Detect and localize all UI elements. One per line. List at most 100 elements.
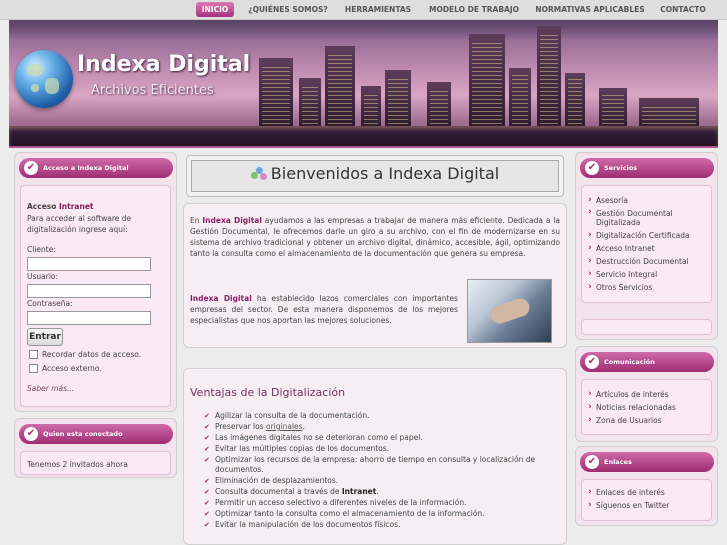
- advantage-item: Permitir un acceso selectivo a diferente…: [204, 498, 466, 508]
- skyline-building: [325, 46, 355, 128]
- banner-water: [9, 126, 718, 146]
- login-submit-button[interactable]: Entrar: [27, 328, 63, 346]
- login-heading-prefix: Acceso: [27, 202, 60, 211]
- advantage-item: Agilizar la consulta de la documentación…: [204, 411, 370, 421]
- communication-list: Artículos de interés Noticias relacionad…: [581, 379, 712, 435]
- online-panel: ✔ Quien esta conectado Tenemos 2 invitad…: [14, 418, 177, 478]
- client-label: Cliente:: [27, 245, 56, 254]
- nav-herramientas[interactable]: HERRAMIENTAS: [344, 2, 412, 17]
- skyline-building: [509, 68, 531, 128]
- service-link-digitalizacion[interactable]: Digitalización Certificada: [588, 230, 690, 240]
- password-label: Contraseña:: [27, 299, 73, 308]
- handshake-image: [467, 279, 552, 343]
- comm-link-articulos[interactable]: Artículos de interés: [588, 389, 669, 399]
- login-intro: Para acceder al software de digitalizaci…: [27, 214, 132, 234]
- brand-highlight: Indexa Digital: [202, 216, 262, 225]
- service-link-integral[interactable]: Servicio Integral: [588, 269, 657, 279]
- user-label: Usuario:: [27, 272, 59, 281]
- intro-paragraph: En Indexa Digital ayudamos a las empresa…: [190, 216, 560, 258]
- skyline-building: [361, 86, 381, 128]
- saber-mas-link[interactable]: Saber más...: [27, 384, 74, 393]
- communication-panel: ✔ Comunicación Artículos de interés Noti…: [575, 346, 718, 442]
- external-access-label: Acceso externo.: [42, 364, 102, 373]
- online-panel-header: ✔ Quien esta conectado: [19, 424, 173, 444]
- originales-link[interactable]: originales: [266, 422, 303, 431]
- advantage-item: Evitar la manipulación de los documentos…: [204, 520, 400, 530]
- services-empty-box: [581, 319, 712, 335]
- users-icon: [250, 167, 267, 181]
- welcome-box: Bienvenidos a Indexa Digital: [186, 155, 564, 197]
- external-access-checkbox[interactable]: [29, 364, 38, 373]
- service-link-otros[interactable]: Otros Servicios: [588, 282, 652, 292]
- skyline-building: [385, 70, 411, 128]
- globe-logo-icon: [15, 50, 73, 108]
- check-icon: ✔: [24, 161, 38, 175]
- check-icon: ✔: [585, 161, 599, 175]
- skyline-building: [259, 58, 293, 128]
- top-navigation: INICIO ¿QUIÉNES SOMOS? HERRAMIENTAS MODE…: [0, 0, 727, 20]
- check-icon: ✔: [585, 355, 599, 369]
- login-form: Acceso Intranet Para acceder al software…: [20, 185, 171, 407]
- online-text: Tenemos 2 invitados ahora: [27, 460, 128, 469]
- login-panel: ✔ Acceso a Indexa Digital Acceso Intrane…: [14, 152, 177, 412]
- alliances-paragraph: Indexa Digital ha establecido lazos come…: [190, 294, 458, 325]
- online-box: Tenemos 2 invitados ahora: [20, 451, 171, 475]
- services-panel-title: Servicios: [604, 164, 638, 172]
- skyline-building: [299, 78, 321, 128]
- services-panel: ✔ Servicios Asesoría Gestión Documental …: [575, 152, 718, 340]
- services-list: Asesoría Gestión Documental Digitalizada…: [581, 185, 712, 303]
- nav-inicio[interactable]: INICIO: [196, 2, 234, 17]
- password-input[interactable]: [27, 311, 151, 325]
- brand-highlight: Indexa Digital: [190, 294, 252, 303]
- check-icon: ✔: [24, 427, 38, 441]
- skyline-building: [427, 82, 451, 128]
- links-list: Enlaces de interés Síguenos en Twitter: [581, 479, 712, 521]
- welcome-heading: Bienvenidos a Indexa Digital: [187, 164, 563, 183]
- client-input[interactable]: [27, 257, 151, 271]
- brand-title: Indexa Digital: [77, 52, 251, 77]
- link-enlaces-interes[interactable]: Enlaces de interés: [588, 487, 665, 497]
- service-link-destruccion[interactable]: Destrucción Documental: [588, 256, 689, 266]
- comm-link-noticias[interactable]: Noticias relacionadas: [588, 402, 676, 412]
- services-panel-header: ✔ Servicios: [580, 158, 714, 178]
- nav-contacto[interactable]: CONTACTO: [658, 2, 708, 17]
- links-panel-title: Enlaces: [604, 458, 632, 466]
- check-icon: ✔: [585, 455, 599, 469]
- communication-panel-title: Comunicación: [604, 358, 655, 366]
- nav-quienes-somos[interactable]: ¿QUIÉNES SOMOS?: [246, 2, 330, 17]
- advantage-item: Optimizar tanto la consulta como el alma…: [204, 509, 485, 519]
- login-panel-title: Acceso a Indexa Digital: [43, 164, 129, 172]
- advantage-item: Las imágenes digitales no se deterioran …: [204, 433, 423, 443]
- advantage-item: Preservar los originales.: [204, 422, 305, 432]
- nav-modelo-de-trabajo[interactable]: MODELO DE TRABAJO: [428, 2, 520, 17]
- advantage-item: Eliminación de desplazamientos.: [204, 476, 338, 486]
- skyline-building: [565, 73, 585, 128]
- nav-normativas-aplicables[interactable]: NORMATIVAS APLICABLES: [534, 2, 646, 17]
- login-heading-strong: Intranet: [59, 202, 94, 211]
- communication-panel-header: ✔ Comunicación: [580, 352, 714, 372]
- brand-subtitle: Archivos Eficientes: [91, 83, 214, 98]
- welcome-title-text: Bienvenidos a Indexa Digital: [270, 164, 500, 183]
- remember-checkbox[interactable]: [29, 350, 38, 359]
- links-panel-header: ✔ Enlaces: [580, 452, 714, 472]
- remember-label: Recordar datos de acceso.: [42, 350, 142, 359]
- link-twitter[interactable]: Síguenos en Twitter: [588, 500, 670, 510]
- service-link-intranet[interactable]: Acceso Intranet: [588, 243, 655, 253]
- advantage-item: Optimizar los recursos de la empresa: ah…: [204, 455, 546, 475]
- service-link-gestion-documental[interactable]: Gestión Documental Digitalizada: [588, 208, 706, 227]
- advantage-item: Consulta documental a través de Intranet…: [204, 487, 379, 497]
- banner-sky: [9, 20, 718, 40]
- skyline-building: [537, 26, 561, 128]
- comm-link-usuarios[interactable]: Zona de Usuarios: [588, 415, 662, 425]
- skyline-building: [639, 98, 699, 128]
- service-link-asesoria[interactable]: Asesoría: [588, 195, 628, 205]
- login-heading: Acceso Intranet: [27, 202, 94, 211]
- skyline-building: [469, 34, 505, 128]
- links-panel: ✔ Enlaces Enlaces de interés Síguenos en…: [575, 446, 718, 526]
- skyline-building: [599, 88, 627, 128]
- online-panel-title: Quien esta conectado: [43, 430, 123, 438]
- username-input[interactable]: [27, 284, 151, 298]
- advantages-title: Ventajas de la Digitalización: [190, 386, 346, 399]
- login-panel-header: ✔ Acceso a Indexa Digital: [19, 158, 173, 178]
- advantage-item: Evitar las múltiples copias de los docum…: [204, 444, 389, 454]
